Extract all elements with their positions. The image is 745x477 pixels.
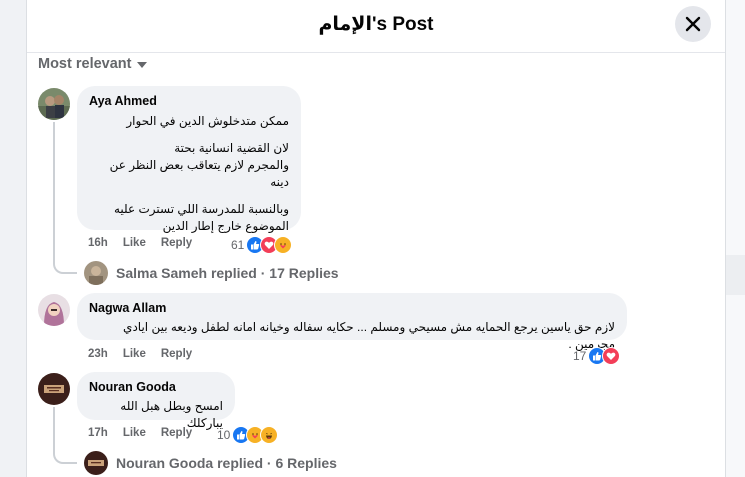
care-icon bbox=[274, 236, 293, 254]
comment-time[interactable]: 16h bbox=[88, 237, 108, 249]
comment-actions: 16h Like Reply bbox=[88, 237, 207, 249]
reply-button[interactable]: Reply bbox=[161, 427, 192, 439]
like-button[interactable]: Like bbox=[123, 237, 146, 249]
comment-time[interactable]: 23h bbox=[88, 348, 108, 360]
dialog-title: الإمام's Post bbox=[318, 14, 434, 35]
comment-author[interactable]: Nagwa Allam bbox=[89, 301, 615, 315]
avatar[interactable] bbox=[38, 373, 70, 405]
comment-line: لان القضية انسانية بحتة bbox=[174, 141, 289, 155]
replies-text: Nouran Gooda replied · 6 Replies bbox=[116, 455, 337, 471]
reply-avatar bbox=[84, 451, 108, 475]
comment-actions: 17h Like Reply bbox=[88, 427, 207, 439]
reaction-summary[interactable]: 10 bbox=[217, 426, 279, 444]
reply-button[interactable]: Reply bbox=[161, 348, 192, 360]
sort-dropdown[interactable]: Most relevant bbox=[38, 56, 148, 72]
comment-author[interactable]: Nouran Gooda bbox=[89, 380, 223, 394]
reaction-summary[interactable]: 61 bbox=[231, 236, 293, 254]
like-button[interactable]: Like bbox=[123, 427, 146, 439]
view-replies-link[interactable]: Nouran Gooda replied · 6 Replies bbox=[84, 451, 337, 475]
comment-bubble: Nouran Gooda امسح وبطل هبل الله يباركلك bbox=[77, 372, 235, 430]
comment-bubble: Aya Ahmed ممكن متدخلوش الدين في الحوار ل… bbox=[77, 86, 301, 233]
comment-line: الموضوع خارج إطار الدين bbox=[162, 219, 289, 233]
reaction-count: 61 bbox=[231, 238, 245, 252]
replies-text: Salma Sameh replied · 17 Replies bbox=[116, 265, 339, 281]
chevron-down-icon bbox=[137, 62, 148, 68]
post-comments-dialog: الإمام's Post Most relevant Aya Ahmed مم… bbox=[26, 0, 726, 477]
background-page-right bbox=[723, 0, 745, 477]
view-replies-link[interactable]: Salma Sameh replied · 17 Replies bbox=[84, 261, 339, 285]
comment-actions: 23h Like Reply bbox=[88, 348, 207, 360]
avatar[interactable] bbox=[38, 88, 70, 120]
dialog-header: الإمام's Post bbox=[27, 0, 725, 53]
avatar-photo bbox=[38, 88, 70, 120]
sort-label: Most relevant bbox=[38, 56, 132, 72]
thread-connector bbox=[53, 250, 77, 274]
reaction-count: 10 bbox=[217, 428, 231, 442]
reaction-count: 17 bbox=[573, 349, 587, 363]
close-button[interactable] bbox=[675, 6, 711, 42]
thread-line bbox=[53, 122, 55, 262]
comment-author[interactable]: Aya Ahmed bbox=[89, 94, 289, 108]
reply-button[interactable]: Reply bbox=[161, 237, 192, 249]
comment-line: والمجرم لازم يتعاقب بعض النظر عن دينه bbox=[109, 158, 289, 189]
comment-time[interactable]: 17h bbox=[88, 427, 108, 439]
avatar-photo bbox=[38, 373, 70, 405]
close-icon bbox=[685, 16, 701, 32]
avatar[interactable] bbox=[38, 294, 70, 326]
like-button[interactable]: Like bbox=[123, 348, 146, 360]
reply-avatar bbox=[84, 261, 108, 285]
haha-icon bbox=[260, 426, 279, 444]
love-icon bbox=[602, 347, 621, 365]
background-page-left bbox=[0, 0, 26, 477]
comment-line: ممكن متدخلوش الدين في الحوار bbox=[126, 114, 289, 128]
comment-line: وبالنسبة للمدرسة اللي تسترت عليه bbox=[113, 202, 289, 216]
thread-connector bbox=[53, 440, 77, 464]
avatar-photo bbox=[38, 294, 70, 326]
reaction-summary[interactable]: 17 bbox=[573, 347, 621, 365]
comment-bubble: Nagwa Allam لازم حق ياسين يرجع الحمايه م… bbox=[77, 293, 627, 351]
background-fragment bbox=[723, 255, 745, 295]
